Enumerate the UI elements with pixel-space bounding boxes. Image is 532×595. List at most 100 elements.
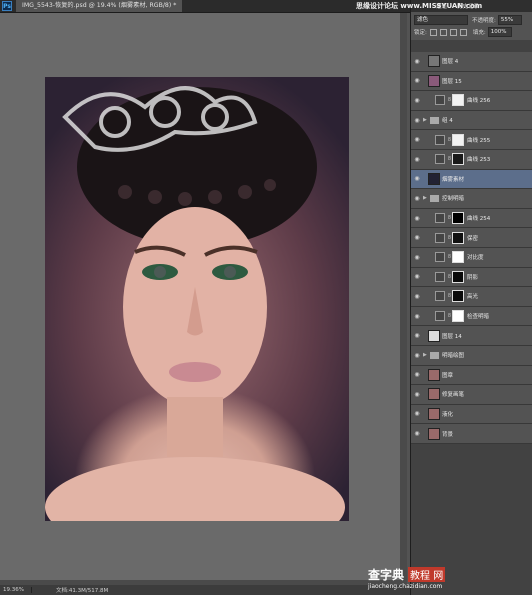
layer-mask-thumbnail[interactable] <box>452 94 464 107</box>
canvas-area[interactable] <box>0 13 407 585</box>
layer-thumbnail[interactable] <box>428 388 440 401</box>
layer-name: 曲线 256 <box>467 98 491 105</box>
expand-arrow-icon[interactable]: ▶ <box>423 117 430 123</box>
layer-name: 高光 <box>467 294 479 301</box>
curves-adjustment-icon <box>435 213 445 224</box>
layer-mask-thumbnail[interactable] <box>452 153 464 166</box>
layer-name: 组 4 <box>442 118 453 125</box>
layer-row[interactable]: ◉ 背景 <box>411 424 532 444</box>
document-tab[interactable]: IMG_5543-恢复的.psd @ 19.4% (烟雾素材, RGB/8) * <box>16 0 183 12</box>
layer-row[interactable]: ◉ 8 曲线 254 <box>411 208 532 229</box>
lock-transparency-icon[interactable] <box>429 28 437 36</box>
photoshop-icon: Ps <box>2 1 12 11</box>
layer-mask-thumbnail[interactable] <box>452 231 464 244</box>
layer-mask-thumbnail[interactable] <box>452 251 464 264</box>
layer-name: 检查明暗 <box>467 314 490 321</box>
eye-icon[interactable]: ◉ <box>411 117 423 124</box>
eye-icon[interactable]: ◉ <box>411 58 423 65</box>
layer-thumbnail[interactable] <box>428 368 440 381</box>
layer-thumbnail[interactable] <box>428 427 440 440</box>
eye-icon[interactable]: ◉ <box>411 156 423 163</box>
title-bar: Ps IMG_5543-恢复的.psd @ 19.4% (烟雾素材, RGB/8… <box>0 0 410 13</box>
layer-row[interactable]: ◉ 8 曲线 255 <box>411 130 532 150</box>
eye-icon[interactable]: ◉ <box>411 293 423 300</box>
layer-row[interactable]: ◉ 液化 <box>411 404 532 425</box>
expand-arrow-icon[interactable]: ▶ <box>423 352 430 358</box>
layer-name: 保密 <box>467 235 479 242</box>
curves-adjustment-icon <box>435 291 445 302</box>
eye-icon[interactable]: ◉ <box>411 254 423 261</box>
layer-row[interactable]: ◉ 8 保密 <box>411 228 532 248</box>
layer-row[interactable]: ◉ 图层 14 <box>411 326 532 346</box>
layer-name: 背景 <box>442 431 454 438</box>
layer-name: 图层 4 <box>442 59 459 66</box>
watermark-top: 思缘设计论坛 www.MISSYUAN.com <box>356 2 483 10</box>
layer-row[interactable]: ◉ 8 阴影 <box>411 267 532 288</box>
layer-row[interactable]: ◉ 图层 4 <box>411 52 532 72</box>
eye-icon[interactable]: ◉ <box>411 215 423 222</box>
folder-icon <box>430 351 439 359</box>
eye-icon[interactable]: ◉ <box>411 313 423 320</box>
opacity-input[interactable]: 55% <box>497 15 522 25</box>
layer-name: 液化 <box>442 411 454 418</box>
eye-icon[interactable]: ◉ <box>411 391 423 398</box>
layer-name: 明暗绘图 <box>442 353 465 360</box>
expand-arrow-icon[interactable]: ▶ <box>423 195 430 201</box>
layer-thumbnail[interactable] <box>428 407 440 420</box>
curves-adjustment-icon <box>435 311 445 322</box>
eye-icon[interactable]: ◉ <box>411 136 423 143</box>
curves-adjustment-icon <box>435 252 445 263</box>
layer-mask-thumbnail[interactable] <box>452 270 464 283</box>
eye-icon[interactable]: ◉ <box>411 332 423 339</box>
layer-row[interactable]: ◉ ▶ 控制明暗 <box>411 189 532 209</box>
eye-icon[interactable]: ◉ <box>411 410 423 417</box>
layer-thumbnail[interactable] <box>428 329 440 342</box>
lock-all-icon[interactable] <box>459 28 467 36</box>
document-size: 文档:41.3M/517.8M <box>56 588 109 594</box>
layer-name: 对比度 <box>467 255 484 262</box>
lock-label: 锁定: <box>414 30 427 36</box>
layer-name: 修复画笔 <box>442 392 465 399</box>
layer-row[interactable]: ◉ 8 检查明暗 <box>411 306 532 327</box>
layer-row[interactable]: ◉ 8 对比度 <box>411 247 532 268</box>
eye-icon[interactable]: ◉ <box>411 371 423 378</box>
eye-icon[interactable]: ◉ <box>411 273 423 280</box>
layer-name: 图层 14 <box>442 333 462 340</box>
curves-adjustment-icon <box>435 134 445 145</box>
eye-icon[interactable]: ◉ <box>411 77 423 84</box>
layer-row[interactable]: ◉ 修复画笔 <box>411 385 532 405</box>
lock-position-icon[interactable] <box>449 28 457 36</box>
layer-row[interactable]: ◉ 8 曲线 256 <box>411 91 532 111</box>
blend-mode-select[interactable]: 滤色 <box>414 15 468 25</box>
fill-label: 填充: <box>472 30 486 36</box>
eye-icon[interactable]: ◉ <box>411 430 423 437</box>
layer-name: 图层 15 <box>442 78 462 85</box>
layer-mask-thumbnail[interactable] <box>452 290 464 303</box>
layer-thumbnail[interactable] <box>428 172 440 185</box>
layer-row[interactable]: ◉ 8 高光 <box>411 287 532 307</box>
layer-row[interactable]: ◉ ▶ 明暗绘图 <box>411 345 532 366</box>
layer-row[interactable]: ◉ 图章 <box>411 365 532 386</box>
layer-mask-thumbnail[interactable] <box>452 133 464 146</box>
curves-adjustment-icon <box>435 95 445 106</box>
eye-icon[interactable]: ◉ <box>411 234 423 241</box>
layer-row[interactable]: ◉ 烟雾素材 <box>411 169 532 190</box>
lock-pixels-icon[interactable] <box>439 28 447 36</box>
eye-icon[interactable]: ◉ <box>411 175 423 182</box>
layer-mask-thumbnail[interactable] <box>452 310 464 323</box>
vertical-scrollbar[interactable] <box>400 13 407 580</box>
portrait-photo <box>45 77 349 521</box>
layer-row[interactable]: ◉ 图层 15 <box>411 71 532 92</box>
layer-mask-thumbnail[interactable] <box>452 212 464 225</box>
curves-adjustment-icon <box>435 232 445 243</box>
eye-icon[interactable]: ◉ <box>411 195 423 202</box>
eye-icon[interactable]: ◉ <box>411 97 423 104</box>
layer-row[interactable]: ◉ 8 曲线 253 <box>411 149 532 170</box>
layer-thumbnail[interactable] <box>428 74 440 87</box>
eye-icon[interactable]: ◉ <box>411 352 423 359</box>
fill-input[interactable]: 100% <box>487 27 512 37</box>
layer-name: 阴影 <box>467 274 479 281</box>
layer-thumbnail[interactable] <box>428 55 440 68</box>
zoom-level[interactable]: 19.36% <box>0 587 32 593</box>
layer-row[interactable]: ◉ ▶ 组 4 <box>411 110 532 131</box>
